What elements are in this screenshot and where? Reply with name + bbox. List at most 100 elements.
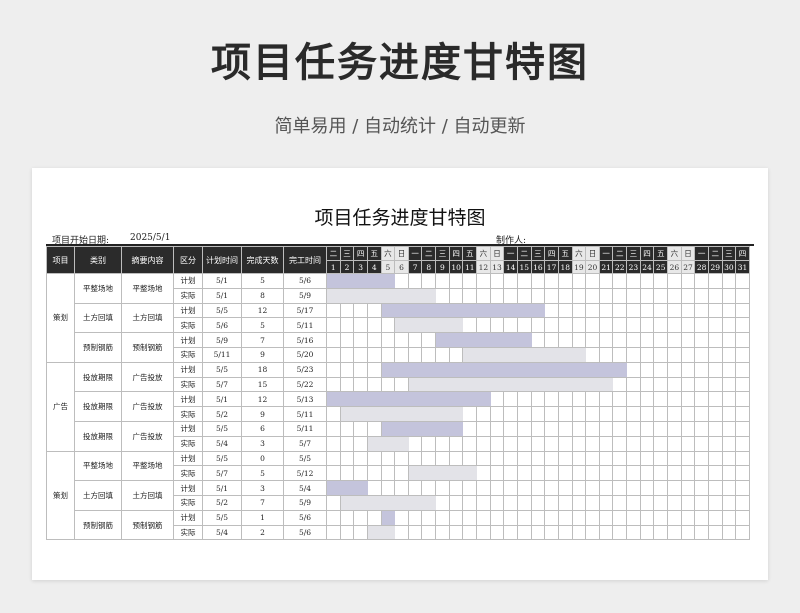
duration-cell[interactable]: 12 — [241, 391, 284, 408]
day-cell[interactable] — [489, 317, 505, 334]
day-cell[interactable] — [707, 494, 723, 511]
day-cell[interactable] — [557, 332, 573, 348]
plan-bar-cell[interactable] — [407, 361, 423, 378]
plan-bar-cell[interactable] — [435, 391, 450, 408]
day-cell[interactable] — [544, 494, 559, 511]
day-cell[interactable] — [421, 480, 437, 496]
type-cell[interactable]: 实际 — [173, 376, 203, 393]
day-cell[interactable] — [653, 420, 669, 437]
day-cell[interactable] — [653, 480, 669, 496]
day-cell[interactable] — [407, 480, 423, 496]
plan-bar-cell[interactable] — [380, 420, 396, 437]
day-cell[interactable] — [653, 273, 669, 289]
actual-bar-cell[interactable] — [476, 376, 491, 393]
day-cell[interactable] — [735, 435, 750, 452]
day-cell[interactable] — [653, 361, 669, 378]
day-cell[interactable] — [667, 480, 682, 496]
day-cell[interactable] — [653, 346, 669, 363]
day-cell[interactable] — [366, 346, 382, 363]
day-cell[interactable] — [380, 465, 396, 482]
actual-bar-cell[interactable] — [435, 406, 450, 422]
type-cell[interactable]: 实际 — [173, 406, 203, 422]
day-cell[interactable] — [598, 302, 614, 319]
day-cell[interactable] — [626, 420, 641, 437]
day-cell[interactable] — [653, 376, 669, 393]
actual-bar-cell[interactable] — [448, 465, 464, 482]
day-cell[interactable] — [326, 406, 341, 422]
actual-bar-cell[interactable] — [353, 406, 368, 422]
day-cell[interactable] — [585, 346, 600, 363]
duration-cell[interactable]: 5 — [241, 273, 284, 289]
day-cell[interactable] — [435, 509, 450, 526]
day-cell[interactable] — [653, 317, 669, 334]
day-cell[interactable] — [557, 450, 573, 467]
plan-bar-cell[interactable] — [435, 420, 450, 437]
actual-bar-cell[interactable] — [448, 406, 464, 422]
day-cell[interactable] — [530, 317, 546, 334]
day-cell[interactable] — [694, 420, 709, 437]
day-cell[interactable] — [503, 509, 518, 526]
day-cell[interactable] — [339, 317, 355, 334]
actual-bar-cell[interactable] — [394, 435, 409, 452]
day-cell[interactable] — [598, 480, 614, 496]
day-cell[interactable] — [612, 317, 628, 334]
end-date-cell[interactable]: 5/23 — [283, 361, 327, 378]
day-cell[interactable] — [707, 406, 723, 422]
actual-bar-cell[interactable] — [489, 376, 505, 393]
end-date-cell[interactable]: 5/6 — [283, 273, 327, 289]
day-cell[interactable] — [421, 450, 437, 467]
day-cell[interactable] — [557, 435, 573, 452]
day-cell[interactable] — [530, 524, 546, 541]
duration-cell[interactable]: 12 — [241, 302, 284, 319]
plan-bar-cell[interactable] — [489, 361, 505, 378]
day-cell[interactable] — [667, 391, 682, 408]
day-cell[interactable] — [476, 406, 491, 422]
start-date-cell[interactable]: 5/2 — [202, 406, 242, 422]
day-cell[interactable] — [394, 509, 409, 526]
day-cell[interactable] — [585, 406, 600, 422]
day-cell[interactable] — [694, 361, 709, 378]
day-cell[interactable] — [339, 435, 355, 452]
duration-cell[interactable]: 6 — [241, 420, 284, 437]
day-cell[interactable] — [530, 332, 546, 348]
start-date-cell[interactable]: 5/9 — [202, 332, 242, 348]
day-cell[interactable] — [585, 509, 600, 526]
plan-bar-cell[interactable] — [435, 361, 450, 378]
day-cell[interactable] — [530, 435, 546, 452]
day-cell[interactable] — [326, 302, 341, 319]
day-cell[interactable] — [639, 332, 655, 348]
day-cell[interactable] — [707, 420, 723, 437]
plan-bar-cell[interactable] — [503, 332, 518, 348]
day-cell[interactable] — [653, 332, 669, 348]
day-cell[interactable] — [639, 465, 655, 482]
day-cell[interactable] — [667, 376, 682, 393]
day-cell[interactable] — [694, 302, 709, 319]
day-cell[interactable] — [530, 287, 546, 304]
day-cell[interactable] — [326, 450, 341, 467]
day-cell[interactable] — [680, 524, 696, 541]
day-cell[interactable] — [653, 509, 669, 526]
day-cell[interactable] — [598, 509, 614, 526]
day-cell[interactable] — [680, 509, 696, 526]
summary-cell[interactable]: 广告投放 — [121, 391, 174, 422]
day-cell[interactable] — [721, 391, 737, 408]
day-cell[interactable] — [435, 435, 450, 452]
day-cell[interactable] — [462, 480, 478, 496]
type-cell[interactable]: 计划 — [173, 273, 203, 289]
plan-bar-cell[interactable] — [421, 302, 437, 319]
day-cell[interactable] — [380, 376, 396, 393]
plan-bar-cell[interactable] — [448, 361, 464, 378]
day-cell[interactable] — [680, 406, 696, 422]
day-cell[interactable] — [516, 509, 532, 526]
summary-cell[interactable]: 广告投放 — [121, 420, 174, 452]
day-cell[interactable] — [353, 361, 368, 378]
start-date-cell[interactable]: 5/5 — [202, 509, 242, 526]
day-cell[interactable] — [516, 420, 532, 437]
day-cell[interactable] — [667, 450, 682, 467]
day-cell[interactable] — [516, 465, 532, 482]
day-cell[interactable] — [735, 346, 750, 363]
day-cell[interactable] — [612, 524, 628, 541]
day-cell[interactable] — [639, 435, 655, 452]
day-cell[interactable] — [557, 524, 573, 541]
plan-bar-cell[interactable] — [598, 361, 614, 378]
